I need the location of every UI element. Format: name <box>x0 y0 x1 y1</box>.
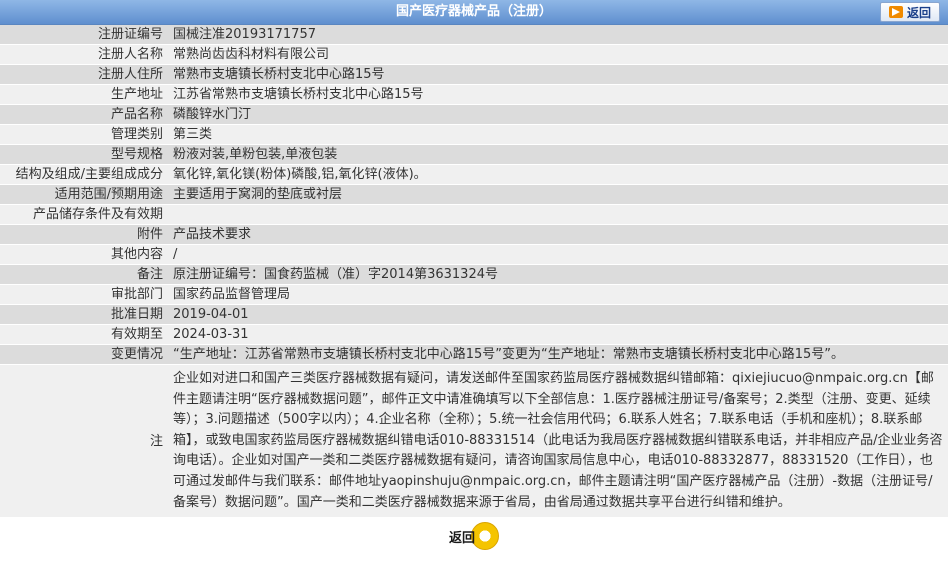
field-value: 国械注准20193171757 <box>169 25 948 45</box>
detail-row: 其他内容 / <box>0 245 948 265</box>
field-value: 2019-04-01 <box>169 305 948 325</box>
field-value: 产品技术要求 <box>169 225 948 245</box>
field-label: 生产地址 <box>0 85 169 105</box>
field-label: 管理类别 <box>0 125 169 145</box>
detail-row: 管理类别 第三类 <box>0 125 948 145</box>
field-value: 第三类 <box>169 125 948 145</box>
back-button-bottom[interactable]: 返回 <box>449 521 499 551</box>
back-button-top[interactable]: 返回 <box>880 2 940 22</box>
detail-row: 产品名称 磷酸锌水门汀 <box>0 105 948 125</box>
detail-row: 注册证编号 国械注准20193171757 <box>0 25 948 45</box>
detail-row: 适用范围/预期用途 主要适用于窝洞的垫底或衬层 <box>0 185 948 205</box>
back-button-label: 返回 <box>906 5 931 20</box>
note-text: 企业如对进口和国产三类医疗器械数据有疑问，请发送邮件至国家药监局医疗器械数据纠错… <box>169 365 948 519</box>
back-arrow-icon <box>888 6 903 18</box>
field-label: 产品名称 <box>0 105 169 125</box>
field-value: / <box>169 245 948 265</box>
page: 国产医疗器械产品（注册） 返回 注册证编号 国械注准20193171757 注册人名… <box>0 0 948 554</box>
field-value: 江苏省常熟市支塘镇长桥村支北中心路15号 <box>169 85 948 105</box>
field-label: 附件 <box>0 225 169 245</box>
field-value: 常熟尚齿齿科材料有限公司 <box>169 45 948 65</box>
detail-row: 变更情况 “生产地址：江苏省常熟市支塘镇长桥村支北中心路15号”变更为“生产地址：… <box>0 345 948 365</box>
field-value: 常熟市支塘镇长桥村支北中心路15号 <box>169 65 948 85</box>
field-label: 有效期至 <box>0 325 169 345</box>
field-label: 注册人住所 <box>0 65 169 85</box>
field-value: 氧化锌,氧化镁(粉体)磷酸,铝,氧化锌(液体)。 <box>169 165 948 185</box>
detail-row: 生产地址 江苏省常熟市支塘镇长桥村支北中心路15号 <box>0 85 948 105</box>
field-value: 国家药品监督管理局 <box>169 285 948 305</box>
detail-row: 附件 产品技术要求 <box>0 225 948 245</box>
title-bar: 国产医疗器械产品（注册） 返回 <box>0 0 948 25</box>
detail-row: 注册人名称 常熟尚齿齿科材料有限公司 <box>0 45 948 65</box>
field-label: 产品储存条件及有效期 <box>0 205 169 225</box>
field-label: 变更情况 <box>0 345 169 365</box>
page-title: 国产医疗器械产品（注册） <box>395 4 552 19</box>
detail-row: 审批部门 国家药品监督管理局 <box>0 285 948 305</box>
detail-table: 注册证编号 国械注准20193171757 注册人名称 常熟尚齿齿科材料有限公司 注册人… <box>0 25 948 519</box>
field-label: 注册证编号 <box>0 25 169 45</box>
footer: 返回 <box>0 518 948 554</box>
back-button-bottom-label: 返回 <box>448 530 475 546</box>
detail-row: 型号规格 粉液对装,单粉包装,单液包装 <box>0 145 948 165</box>
field-value: 磷酸锌水门汀 <box>169 105 948 125</box>
detail-row: 注册人住所 常熟市支塘镇长桥村支北中心路15号 <box>0 65 948 85</box>
field-label: 备注 <box>0 265 169 285</box>
field-label: 注册人名称 <box>0 45 169 65</box>
detail-row: 备注 原注册证编号：国食药监械（准）字2014第3631324号 <box>0 265 948 285</box>
field-value: “生产地址：江苏省常熟市支塘镇长桥村支北中心路15号”变更为“生产地址：常熟市支… <box>169 345 948 365</box>
field-label: 适用范围/预期用途 <box>0 185 169 205</box>
detail-row: 有效期至 2024-03-31 <box>0 325 948 345</box>
field-label: 其他内容 <box>0 245 169 265</box>
note-label: 注 <box>0 365 169 519</box>
field-value <box>169 205 948 225</box>
detail-row: 结构及组成/主要组成成分 氧化锌,氧化镁(粉体)磷酸,铝,氧化锌(液体)。 <box>0 165 948 185</box>
field-label: 批准日期 <box>0 305 169 325</box>
detail-row: 批准日期 2019-04-01 <box>0 305 948 325</box>
field-label: 型号规格 <box>0 145 169 165</box>
field-value: 原注册证编号：国食药监械（准）字2014第3631324号 <box>169 265 948 285</box>
field-label: 结构及组成/主要组成成分 <box>0 165 169 185</box>
back-circle-icon <box>471 522 499 551</box>
detail-row: 产品储存条件及有效期 <box>0 205 948 225</box>
field-value: 2024-03-31 <box>169 325 948 345</box>
field-label: 审批部门 <box>0 285 169 305</box>
field-value: 主要适用于窝洞的垫底或衬层 <box>169 185 948 205</box>
field-value: 粉液对装,单粉包装,单液包装 <box>169 145 948 165</box>
note-row: 注企业如对进口和国产三类医疗器械数据有疑问，请发送邮件至国家药监局医疗器械数据纠… <box>0 365 948 519</box>
